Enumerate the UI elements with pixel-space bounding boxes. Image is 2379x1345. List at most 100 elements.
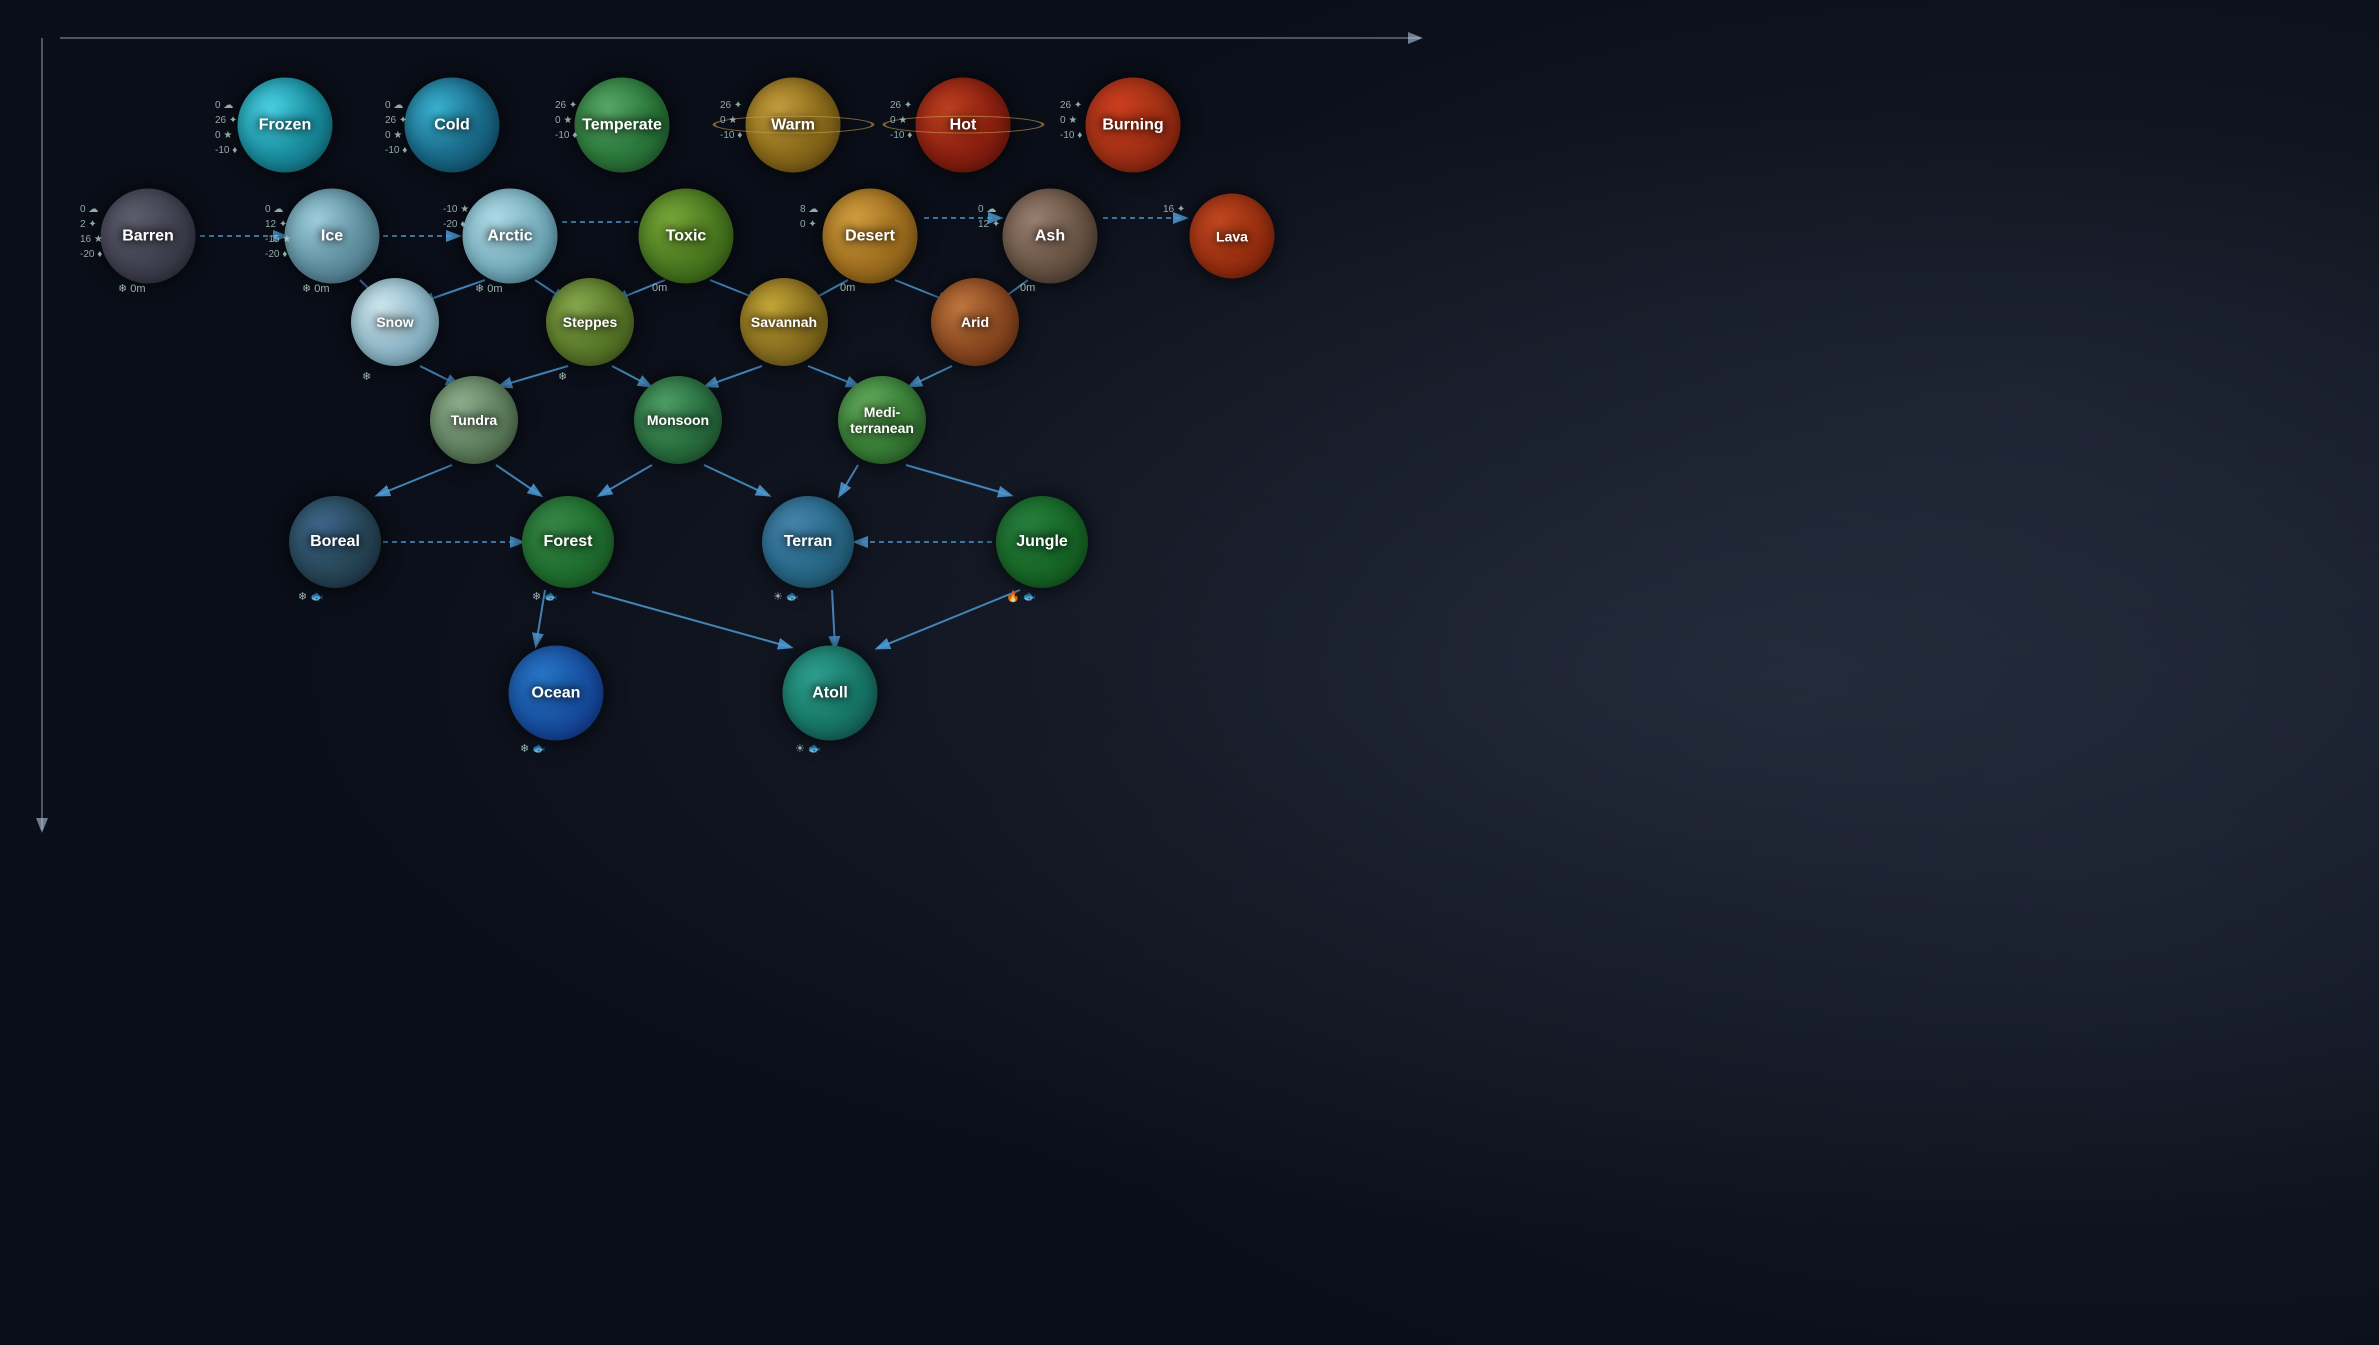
planet-label-desert: Desert [845, 227, 895, 245]
planet-label-steppes: Steppes [563, 314, 617, 330]
planet-cold[interactable]: Cold [405, 78, 500, 173]
planet-sphere-desert: Desert [823, 189, 918, 284]
icon-forest: ❄ 🐟 [532, 590, 558, 603]
planet-sphere-atoll: Atoll [783, 646, 878, 741]
planet-sphere-warm: Warm [746, 78, 841, 173]
planet-ash[interactable]: Ash [1003, 189, 1098, 284]
planet-warm[interactable]: Warm [746, 78, 841, 173]
planet-sphere-steppes: Steppes [546, 278, 634, 366]
planet-sphere-temperate: Temperate [575, 78, 670, 173]
planet-sphere-forest: Forest [522, 496, 614, 588]
planet-monsoon[interactable]: Monsoon [634, 376, 722, 464]
planet-sphere-frozen: Frozen [238, 78, 333, 173]
planet-sphere-arid: Arid [931, 278, 1019, 366]
planet-sphere-mediterranean: Medi- terranean [838, 376, 926, 464]
icon-terran: ☀ 🐟 [773, 590, 800, 603]
planet-label-monsoon: Monsoon [647, 412, 709, 428]
planet-label-arctic: Arctic [487, 227, 532, 245]
planet-mediterranean[interactable]: Medi- terranean [838, 376, 926, 464]
planet-label-ocean: Ocean [532, 684, 581, 702]
stats-temperate: 26 ✦ 0 ★ -10 ♦ [555, 98, 577, 143]
planet-label-jungle: Jungle [1016, 533, 1068, 551]
planet-label-mediterranean: Medi- terranean [850, 404, 914, 436]
icon-jungle: 🔥 🐟 [1006, 590, 1036, 603]
planet-label-temperate: Temperate [582, 116, 662, 134]
planet-label-arid: Arid [961, 314, 989, 330]
planet-label-burning: Burning [1102, 116, 1163, 134]
stats-burning: 26 ✦ 0 ★ -10 ♦ [1060, 98, 1082, 143]
planet-label-tundra: Tundra [451, 412, 497, 428]
planet-label-forest: Forest [544, 533, 593, 551]
planet-barren[interactable]: Barren [101, 189, 196, 284]
planet-tundra[interactable]: Tundra [430, 376, 518, 464]
planet-ice[interactable]: Ice [285, 189, 380, 284]
planet-sphere-ocean: Ocean [509, 646, 604, 741]
icon-boreal: ❄ 🐟 [298, 590, 324, 603]
stats-hot: 26 ✦ 0 ★ -10 ♦ [890, 98, 912, 143]
stats-lava: 16 ✦ [1163, 202, 1185, 217]
icon-ocean: ❄ 🐟 [520, 742, 546, 755]
planet-sphere-savannah: Savannah [740, 278, 828, 366]
planet-terran[interactable]: Terran [762, 496, 854, 588]
planet-toxic[interactable]: Toxic [639, 189, 734, 284]
planet-label-frozen: Frozen [259, 116, 311, 134]
planet-label-toxic: Toxic [666, 227, 707, 245]
planet-label-snow: Snow [376, 314, 413, 330]
planet-label-ash: Ash [1035, 227, 1065, 245]
planet-desert[interactable]: Desert [823, 189, 918, 284]
planet-sphere-tundra: Tundra [430, 376, 518, 464]
planet-arctic[interactable]: Arctic [463, 189, 558, 284]
planet-sphere-lava: Lava [1190, 194, 1275, 279]
icon-ice: ❄ 0m [302, 282, 330, 295]
planet-snow[interactable]: Snow [351, 278, 439, 366]
planet-sphere-snow: Snow [351, 278, 439, 366]
stats-arctic: -10 ★ -20 ♦ [443, 202, 469, 232]
planet-sphere-terran: Terran [762, 496, 854, 588]
planet-label-lava: Lava [1216, 228, 1248, 244]
planet-sphere-arctic: Arctic [463, 189, 558, 284]
planet-label-barren: Barren [122, 227, 174, 245]
planet-temperate[interactable]: Temperate [575, 78, 670, 173]
stats-warm: 26 ✦ 0 ★ -10 ♦ [720, 98, 742, 143]
planet-sphere-ice: Ice [285, 189, 380, 284]
planet-sphere-monsoon: Monsoon [634, 376, 722, 464]
icon-snow: ❄ [362, 370, 371, 383]
icon-ash: 0m [1020, 282, 1035, 294]
planet-sphere-burning: Burning [1086, 78, 1181, 173]
planet-steppes[interactable]: Steppes [546, 278, 634, 366]
stats-ice: 0 ☁ 12 ✦ -15 ★ -20 ♦ [265, 202, 291, 262]
planet-sphere-jungle: Jungle [996, 496, 1088, 588]
icon-atoll: ☀ 🐟 [795, 742, 822, 755]
planet-atoll[interactable]: Atoll [783, 646, 878, 741]
planet-label-boreal: Boreal [310, 533, 360, 551]
planet-arid[interactable]: Arid [931, 278, 1019, 366]
stats-barren: 0 ☁ 2 ✦ 16 ★ -20 ♦ [80, 202, 103, 262]
planet-label-savannah: Savannah [751, 314, 817, 330]
planet-sphere-ash: Ash [1003, 189, 1098, 284]
icon-toxic: 0m [652, 282, 667, 294]
icon-arctic: ❄ 0m [475, 282, 503, 295]
stats-ash: 0 ☁ 12 ✦ [978, 202, 1000, 232]
planet-sphere-barren: Barren [101, 189, 196, 284]
stats-frozen: 0 ☁ 26 ✦ 0 ★ -10 ♦ [215, 98, 237, 158]
planet-sphere-cold: Cold [405, 78, 500, 173]
planet-label-cold: Cold [434, 116, 470, 134]
planet-lava[interactable]: Lava [1190, 194, 1275, 279]
planet-sphere-hot: Hot [916, 78, 1011, 173]
stats-cold: 0 ☁ 26 ✦ 0 ★ -10 ♦ [385, 98, 407, 158]
icon-steppes: ❄ [558, 370, 567, 383]
planet-ocean[interactable]: Ocean [509, 646, 604, 741]
icon-desert: 0m [840, 282, 855, 294]
planet-jungle[interactable]: Jungle [996, 496, 1088, 588]
planet-boreal[interactable]: Boreal [289, 496, 381, 588]
planet-savannah[interactable]: Savannah [740, 278, 828, 366]
planet-hot[interactable]: Hot [916, 78, 1011, 173]
planet-label-ice: Ice [321, 227, 343, 245]
planet-sphere-toxic: Toxic [639, 189, 734, 284]
icon-barren: ❄ 0m [118, 282, 146, 295]
planet-burning[interactable]: Burning [1086, 78, 1181, 173]
planet-frozen[interactable]: Frozen [238, 78, 333, 173]
planet-forest[interactable]: Forest [522, 496, 614, 588]
planet-label-terran: Terran [784, 533, 833, 551]
stats-desert: 8 ☁ 0 ✦ [800, 202, 818, 232]
